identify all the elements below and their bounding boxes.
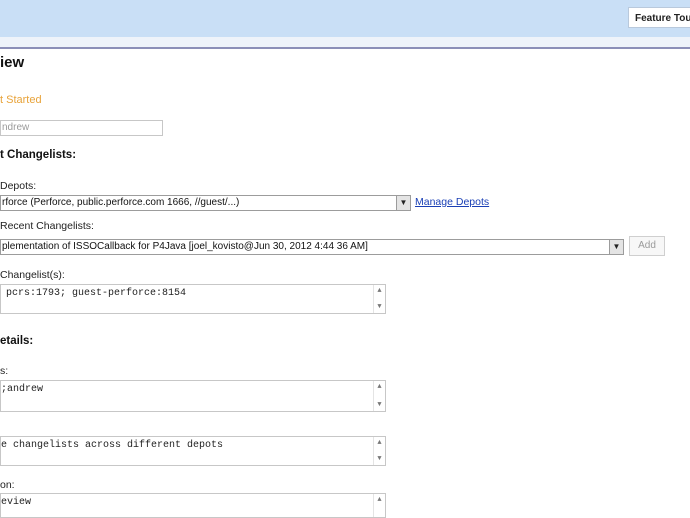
scroll-down-arrow-icon[interactable]: ▼: [374, 400, 385, 410]
description-textarea-value: eview: [1, 497, 32, 508]
scrollbar[interactable]: ▲ ▼: [373, 437, 385, 465]
scroll-up-arrow-icon[interactable]: ▲: [374, 438, 385, 448]
reviewers-textarea[interactable]: ;andrew ▲ ▼: [0, 380, 386, 412]
description-textarea[interactable]: eview ▲: [0, 493, 386, 518]
depots-label: Depots:: [0, 180, 37, 192]
header-separator: [0, 37, 690, 49]
scroll-up-arrow-icon[interactable]: ▲: [374, 495, 385, 505]
recent-changelists-select[interactable]: plementation of ISSOCallback for P4Java …: [0, 239, 624, 255]
description-label: on:: [0, 479, 15, 491]
changelists-textarea-value: pcrs:1793; guest-perforce:8154: [6, 288, 187, 299]
reviewers-label: s:: [0, 365, 9, 377]
scroll-up-arrow-icon[interactable]: ▲: [374, 382, 385, 392]
changelists-section-heading: t Changelists:: [0, 149, 77, 161]
details-section-heading: etails:: [0, 335, 34, 347]
scroll-down-arrow-icon[interactable]: ▼: [374, 302, 385, 312]
depot-select-value: rforce (Perforce, public.perforce.com 16…: [2, 197, 240, 208]
recent-changelists-label: Recent Changelists:: [0, 220, 94, 232]
depot-select[interactable]: rforce (Perforce, public.perforce.com 16…: [0, 195, 411, 211]
chevron-down-icon[interactable]: ▼: [396, 196, 410, 210]
summary-textarea[interactable]: e changelists across different depots ▲ …: [0, 436, 386, 466]
add-changelist-button[interactable]: Add: [629, 236, 665, 256]
scrollbar[interactable]: ▲ ▼: [373, 285, 385, 313]
chevron-down-icon[interactable]: ▼: [609, 240, 623, 254]
scrollbar[interactable]: ▲ ▼: [373, 381, 385, 411]
recent-changelists-value: plementation of ISSOCallback for P4Java …: [2, 241, 368, 252]
scrollbar[interactable]: ▲: [373, 494, 385, 517]
changelists-textarea[interactable]: pcrs:1793; guest-perforce:8154 ▲ ▼: [0, 284, 386, 314]
changelists-label: Changelist(s):: [0, 269, 65, 281]
reviewers-textarea-value: ;andrew: [1, 384, 44, 395]
scroll-up-arrow-icon[interactable]: ▲: [374, 286, 385, 296]
author-field[interactable]: ndrew: [0, 120, 163, 136]
feature-tour-button[interactable]: Feature Tour: [628, 7, 690, 28]
app-header: [0, 0, 690, 37]
scroll-down-arrow-icon[interactable]: ▼: [374, 454, 385, 464]
manage-depots-link[interactable]: Manage Depots: [415, 196, 489, 208]
get-started-link[interactable]: t Started: [0, 94, 42, 106]
page-title: iew: [0, 54, 25, 71]
summary-textarea-value: e changelists across different depots: [1, 440, 224, 451]
